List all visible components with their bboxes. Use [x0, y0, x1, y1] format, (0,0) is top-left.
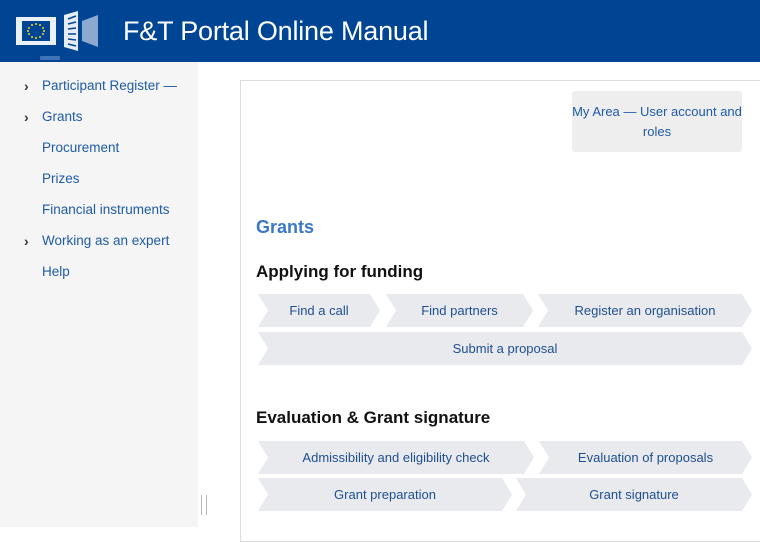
- sidebar-item-procurement[interactable]: Procurement: [0, 137, 198, 159]
- step-label: Grant signature: [589, 487, 679, 502]
- sidebar-item-label: Procurement: [42, 140, 120, 155]
- step-label: Grant preparation: [334, 487, 436, 502]
- step-evaluation-of-proposals[interactable]: Evaluation of proposals: [539, 441, 752, 474]
- sidebar-item-financial-instruments[interactable]: Financial instruments: [0, 199, 198, 221]
- sidebar-item-label: Grants: [42, 109, 83, 124]
- step-label: Submit a proposal: [452, 341, 558, 356]
- chevron-right-icon: ›: [24, 233, 29, 249]
- sidebar-item-label: Financial instruments: [42, 202, 170, 217]
- my-area-label: My Area — User account and roles: [572, 104, 742, 139]
- sidebar-item-label: Prizes: [42, 171, 80, 186]
- step-admissibility-check[interactable]: Admissibility and eligibility check: [258, 441, 534, 474]
- sidebar-item-label: Participant Register —: [42, 78, 178, 93]
- sidebar-item-label: Help: [42, 264, 70, 279]
- evaluation-heading: Evaluation & Grant signature: [256, 408, 491, 427]
- sidebar-item-help[interactable]: Help: [0, 261, 198, 283]
- sidebar-item-label: Working as an expert: [42, 233, 170, 248]
- step-label: Register an organisation: [574, 303, 716, 318]
- sidebar-resize-handle[interactable]: [201, 495, 207, 515]
- step-grant-signature[interactable]: Grant signature: [516, 478, 752, 511]
- step-grant-preparation[interactable]: Grant preparation: [258, 478, 512, 511]
- sidebar-item-grants[interactable]: › Grants: [0, 106, 198, 128]
- step-find-a-call[interactable]: Find a call: [258, 294, 380, 327]
- chevron-right-icon: ›: [24, 109, 29, 125]
- sidebar-item-participant-register[interactable]: › Participant Register —: [0, 75, 198, 97]
- app-title: F&T Portal Online Manual: [123, 16, 429, 46]
- step-label: Find partners: [421, 303, 498, 318]
- scrolled-item-fragment: [40, 56, 60, 60]
- sidebar-item-working-as-expert[interactable]: › Working as an expert: [0, 230, 198, 252]
- step-label: Evaluation of proposals: [577, 450, 714, 465]
- step-submit-proposal[interactable]: Submit a proposal: [258, 332, 752, 365]
- step-label: Admissibility and eligibility check: [302, 450, 490, 465]
- my-area-button[interactable]: My Area — User account and roles: [572, 91, 742, 152]
- section-title: Grants: [256, 217, 315, 237]
- step-label: Find a call: [289, 303, 349, 318]
- step-find-partners[interactable]: Find partners: [386, 294, 533, 327]
- eu-commission-logo-icon[interactable]: [16, 11, 102, 51]
- applying-heading: Applying for funding: [256, 262, 424, 281]
- app-header: F&T Portal Online Manual: [0, 0, 760, 62]
- chevron-right-icon: ›: [24, 78, 29, 94]
- step-register-organisation[interactable]: Register an organisation: [538, 294, 752, 327]
- sidebar-item-prizes[interactable]: Prizes: [0, 168, 198, 190]
- sidebar-nav: › Participant Register — › Grants Procur…: [0, 56, 198, 527]
